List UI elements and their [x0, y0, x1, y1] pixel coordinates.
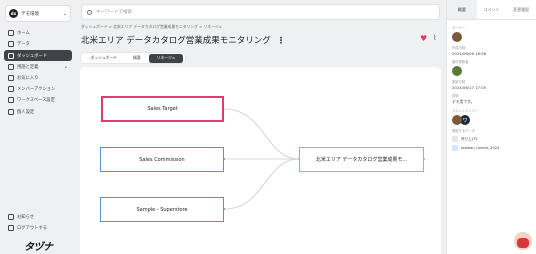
nav-label: ワークスペース設定	[17, 98, 56, 104]
related-item[interactable]: 売り上げ2	[452, 136, 531, 142]
table-icon	[452, 136, 458, 142]
sidebar: dx デモ環境 ⌄ ホーム データ ダッシュボード 用語と定義 ⌄ お気に入り メ…	[0, 0, 75, 254]
activity-icon	[8, 86, 14, 93]
created-value: 2024/06/06 16:58	[452, 51, 487, 56]
nav-label: ダッシュボード	[17, 53, 48, 59]
updated-value: 2024/06/17 17:05	[452, 85, 487, 90]
updated-by-avatar[interactable]	[452, 66, 462, 76]
tab-dashboard[interactable]: ダッシュボード	[83, 54, 126, 63]
member-avatars: ワ	[452, 113, 531, 125]
description-label: 説明	[452, 94, 459, 98]
created-label: 作成日時	[452, 46, 466, 50]
related-item-label: tableau_names_2024	[461, 146, 500, 150]
favorite-heart-icon[interactable]: ♥	[420, 34, 427, 43]
nav-label: メンバーアクション	[17, 87, 56, 93]
nav-item-home[interactable]: ホーム	[4, 28, 72, 39]
related-label: 関連するデータ	[452, 129, 476, 133]
details-tabs: 概要 コメント 変更履歴	[447, 0, 536, 20]
nav-item-personal-settings[interactable]: 個人設定	[4, 106, 72, 117]
owner-label: オーナー	[452, 26, 466, 30]
nav-item-member-actions[interactable]: メンバーアクション	[4, 84, 72, 95]
details-content: オーナー 作成日時 2024/06/06 16:58 最終更新者 更新日時 20…	[447, 20, 536, 153]
bell-icon	[8, 214, 14, 221]
nav-label: 用語と定義	[17, 64, 39, 70]
brand-logo: タヅナ	[24, 242, 53, 253]
view-tabs: ダッシュボード 概要 リネージュ	[80, 52, 186, 64]
chevron-down-icon: ⌄	[63, 63, 68, 70]
related-item[interactable]: tableau_names_2024	[452, 145, 531, 151]
lineage-node-sales-commission[interactable]: Sales Commission	[100, 147, 224, 172]
heart-icon	[8, 75, 14, 81]
tab-details-history[interactable]: 変更履歴	[506, 0, 536, 19]
tab-lineage[interactable]: リネージュ	[148, 53, 184, 63]
nav-item-favorites[interactable]: お気に入り	[4, 73, 72, 84]
tab-overview[interactable]: 概要	[125, 54, 149, 63]
nav-label: ログアウトする	[17, 226, 48, 232]
lineage-node-superstore[interactable]: Sample - Superstore	[100, 197, 224, 222]
lineage-node-sales-target[interactable]: Sales Target	[101, 96, 224, 122]
org-switcher[interactable]: dx デモ環境 ⌄	[5, 5, 71, 22]
nav-item-logout[interactable]: ログアウトする	[4, 223, 72, 234]
sidebar-footer: お知らせ ログアウトする	[4, 212, 72, 234]
more-options-icon[interactable]: ⋮	[277, 36, 286, 46]
related-item-label: 売り上げ2	[461, 136, 478, 141]
tableau-icon	[452, 145, 458, 151]
nav-item-glossary[interactable]: 用語と定義 ⌄	[4, 62, 72, 73]
home-icon	[8, 30, 14, 37]
page-title: 北米エリア データカタログ営業成果モニタリング ⋮	[81, 34, 285, 46]
description-value: デモ用です。	[452, 99, 475, 104]
nav-item-workspace-settings[interactable]: ワークスペース設定	[4, 95, 72, 106]
lineage-node-dashboard[interactable]: 北米エリア データカタログ営業成果モ...	[299, 147, 424, 172]
user-icon	[8, 108, 14, 115]
page-title-text: 北米エリア データカタログ営業成果モニタリング	[81, 36, 271, 46]
nav-label: 個人設定	[17, 109, 35, 115]
tab-details-overview[interactable]: 概要	[447, 0, 477, 19]
nav-label: お気に入り	[17, 76, 39, 81]
nav-item-notifications[interactable]: お知らせ	[4, 212, 72, 223]
data-icon	[8, 41, 14, 48]
search-input[interactable]: キーワードで検索	[81, 4, 440, 20]
main-nav: ホーム データ ダッシュボード 用語と定義 ⌄ お気に入り メンバーアクション ワ…	[4, 28, 72, 118]
tab-details-comments[interactable]: コメント	[477, 0, 507, 19]
owner-avatar[interactable]	[452, 32, 462, 42]
logout-icon	[8, 225, 14, 232]
breadcrumb[interactable]: ダッシュボード > 北米エリア データカタログ営業成果モニタリング > リネージ…	[81, 24, 222, 30]
nav-label: データ	[17, 42, 30, 48]
nav-label: ホーム	[17, 31, 30, 37]
nav-item-data[interactable]: データ	[4, 39, 72, 50]
nav-label: お知らせ	[17, 215, 35, 221]
lineage-canvas[interactable]: Sales Target Sales Commission Sample - S…	[80, 67, 441, 254]
chevron-down-icon: ⌄	[62, 10, 67, 17]
search-icon	[87, 9, 92, 15]
org-logo: dx	[9, 9, 18, 18]
gear-icon	[8, 97, 14, 104]
support-chat-avatar[interactable]	[514, 232, 532, 250]
dashboard-icon	[8, 52, 14, 59]
nav-item-dashboard[interactable]: ダッシュボード	[4, 50, 72, 61]
updated-label: 更新日時	[452, 80, 466, 84]
book-icon	[8, 63, 14, 70]
details-panel: 概要 コメント 変更履歴 オーナー 作成日時 2024/06/06 16:58 …	[446, 0, 536, 254]
search-placeholder: キーワードで検索	[96, 10, 132, 15]
member-avatar[interactable]	[452, 115, 462, 125]
updated-by-label: 最終更新者	[452, 60, 469, 64]
main-content: キーワードで検索 ダッシュボード > 北米エリア データカタログ営業成果モニタリ…	[75, 0, 446, 254]
org-name: デモ環境	[21, 11, 39, 17]
attachment-icon[interactable]: ⌇	[433, 34, 436, 42]
